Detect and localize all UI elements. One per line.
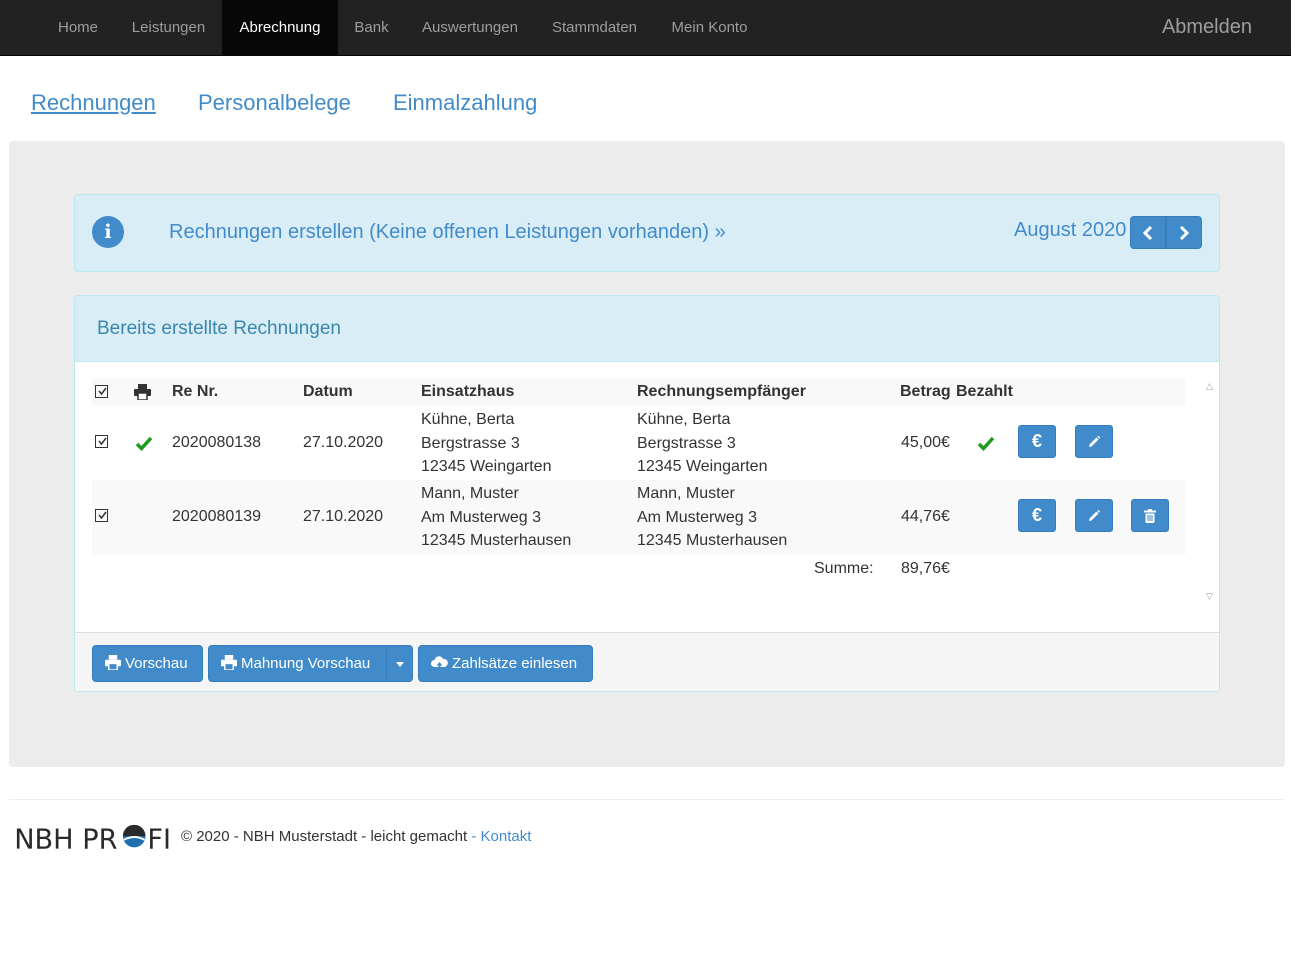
trash-icon: [1144, 509, 1156, 523]
einsatzhaus-city: 12345 Musterhausen: [421, 532, 572, 549]
sum-value: 89,76€: [901, 560, 950, 577]
empfaenger-city: 12345 Weingarten: [637, 458, 768, 475]
header-rechnungsempfaenger: Rechnungsempfänger: [637, 383, 806, 400]
table-row: 2020080138 27.10.2020 Kühne, Berta Bergs…: [92, 406, 1186, 480]
einsatzhaus-address: Mann, Muster Am Musterweg 3 12345 Muster…: [421, 482, 571, 553]
month-label: August 2020: [1014, 219, 1127, 241]
next-month-button[interactable]: [1166, 216, 1202, 249]
invoices-panel: Bereits erstellte Rechnungen Re Nr. Datu…: [74, 295, 1220, 692]
tab-personalbelege[interactable]: Personalbelege: [198, 90, 351, 116]
header-betrag: Betrag: [900, 383, 951, 400]
invoice-number: 2020080138: [172, 434, 261, 451]
footer-divider: [9, 799, 1285, 800]
einsatzhaus-address: Kühne, Berta Bergstrasse 3 12345 Weingar…: [421, 408, 551, 479]
invoice-date: 27.10.2020: [303, 508, 384, 525]
tab-einmalzahlung[interactable]: Einmalzahlung: [393, 90, 537, 116]
empfaenger-street: Am Musterweg 3: [637, 508, 758, 526]
header-datum: Datum: [303, 383, 353, 400]
row-checkbox[interactable]: [95, 509, 108, 522]
empfaenger-name: Mann, Muster: [637, 485, 735, 502]
top-navbar: Home Leistungen Abrechnung Bank Auswertu…: [0, 0, 1291, 56]
paid-check-icon: [977, 436, 995, 451]
nav-item-stammdaten[interactable]: Stammdaten: [535, 0, 654, 55]
invoice-table: Re Nr. Datum Einsatzhaus Rechnungsempfän…: [92, 378, 1186, 577]
copyright-label: © 2020 - NBH Musterstadt - leicht gemach…: [181, 828, 468, 845]
printed-check-icon: [135, 436, 153, 451]
panel-heading: Bereits erstellte Rechnungen: [75, 296, 1219, 362]
header-re-nr: Re Nr.: [172, 383, 219, 400]
dunning-dropdown-toggle[interactable]: [386, 645, 413, 682]
invoice-amount: 44,76€: [901, 508, 950, 525]
panel-footer: Vorschau Mahnung Vorschau Zahlsätze einl…: [75, 632, 1219, 691]
logo-text-right: FI: [147, 824, 171, 852]
payment-button[interactable]: €: [1018, 499, 1056, 532]
footer-separator: -: [467, 828, 481, 845]
empfaenger-street: Bergstrasse 3: [637, 434, 736, 452]
einsatzhaus-street: Am Musterweg 3: [421, 508, 542, 526]
chevron-right-icon: [1179, 225, 1190, 241]
printer-icon: [221, 655, 237, 671]
contact-link[interactable]: Kontakt: [481, 828, 532, 845]
logout-link[interactable]: Abmelden: [1162, 0, 1252, 55]
nav-item-home[interactable]: Home: [41, 0, 115, 55]
preview-button[interactable]: Vorschau: [92, 645, 203, 682]
einsatzhaus-city: 12345 Weingarten: [421, 458, 552, 475]
euro-icon: €: [1031, 505, 1042, 525]
invoice-number: 2020080139: [172, 508, 261, 525]
delete-button[interactable]: [1131, 499, 1169, 532]
dunning-preview-button-label: Mahnung Vorschau: [241, 655, 371, 672]
scroll-down-icon[interactable]: ▽: [1206, 591, 1213, 602]
table-row: 2020080139 27.10.2020 Mann, Muster Am Mu…: [92, 480, 1186, 554]
create-invoices-link[interactable]: Rechnungen erstellen (Keine offenen Leis…: [169, 221, 726, 244]
empfaenger-name: Kühne, Berta: [637, 411, 731, 428]
nav-item-bank[interactable]: Bank: [338, 0, 405, 55]
einsatzhaus-name: Mann, Muster: [421, 485, 519, 502]
invoice-amount: 45,00€: [901, 434, 950, 451]
logo-o-mark: [122, 824, 146, 848]
printer-icon: [105, 655, 121, 671]
header-einsatzhaus: Einsatzhaus: [421, 383, 515, 400]
nbh-profi-logo: NBH PR FI: [14, 824, 171, 852]
scroll-up-icon[interactable]: △: [1206, 381, 1213, 392]
nav-item-mein-konto[interactable]: Mein Konto: [654, 0, 765, 55]
pencil-icon: [1089, 435, 1101, 447]
euro-icon: €: [1031, 431, 1042, 451]
empfaenger-address: Kühne, Berta Bergstrasse 3 12345 Weingar…: [637, 408, 767, 479]
chevron-left-icon: [1142, 225, 1153, 241]
printer-icon: [134, 384, 151, 400]
empfaenger-address: Mann, Muster Am Musterweg 3 12345 Muster…: [637, 482, 787, 553]
nav-item-auswertungen[interactable]: Auswertungen: [405, 0, 535, 55]
einsatzhaus-name: Kühne, Berta: [421, 411, 515, 428]
edit-button[interactable]: [1075, 425, 1113, 458]
empfaenger-city: 12345 Musterhausen: [637, 532, 788, 549]
preview-button-label: Vorschau: [125, 655, 188, 672]
info-icon: i: [92, 216, 124, 248]
tab-rechnungen[interactable]: Rechnungen: [31, 90, 156, 116]
select-all-checkbox[interactable]: [95, 385, 108, 398]
info-alert: i Rechnungen erstellen (Keine offenen Le…: [74, 194, 1220, 272]
table-header-row: Re Nr. Datum Einsatzhaus Rechnungsempfän…: [92, 378, 1186, 406]
row-checkbox[interactable]: [95, 435, 108, 448]
caret-down-icon: [395, 662, 404, 667]
einsatzhaus-street: Bergstrasse 3: [421, 434, 520, 452]
table-scrollbar[interactable]: △ ▽: [1203, 379, 1218, 607]
pencil-icon: [1089, 509, 1101, 521]
dunning-preview-button[interactable]: Mahnung Vorschau: [208, 645, 387, 682]
logo-text-left: NBH PR: [14, 824, 117, 852]
header-bezahlt: Bezahlt: [956, 383, 1013, 400]
import-payments-button[interactable]: Zahlsätze einlesen: [418, 645, 593, 682]
import-payments-button-label: Zahlsätze einlesen: [452, 655, 578, 672]
cloud-upload-icon: [431, 656, 448, 670]
nav-item-leistungen[interactable]: Leistungen: [115, 0, 222, 55]
copyright-text: © 2020 - NBH Musterstadt - leicht gemach…: [181, 828, 531, 845]
panel-title: Bereits erstellte Rechnungen: [97, 318, 341, 339]
edit-button[interactable]: [1075, 499, 1113, 532]
invoice-date: 27.10.2020: [303, 434, 384, 451]
sum-label: Summe:: [814, 560, 874, 577]
payment-button[interactable]: €: [1018, 425, 1056, 458]
nav-item-abrechnung[interactable]: Abrechnung: [222, 0, 338, 55]
previous-month-button[interactable]: [1130, 216, 1166, 249]
